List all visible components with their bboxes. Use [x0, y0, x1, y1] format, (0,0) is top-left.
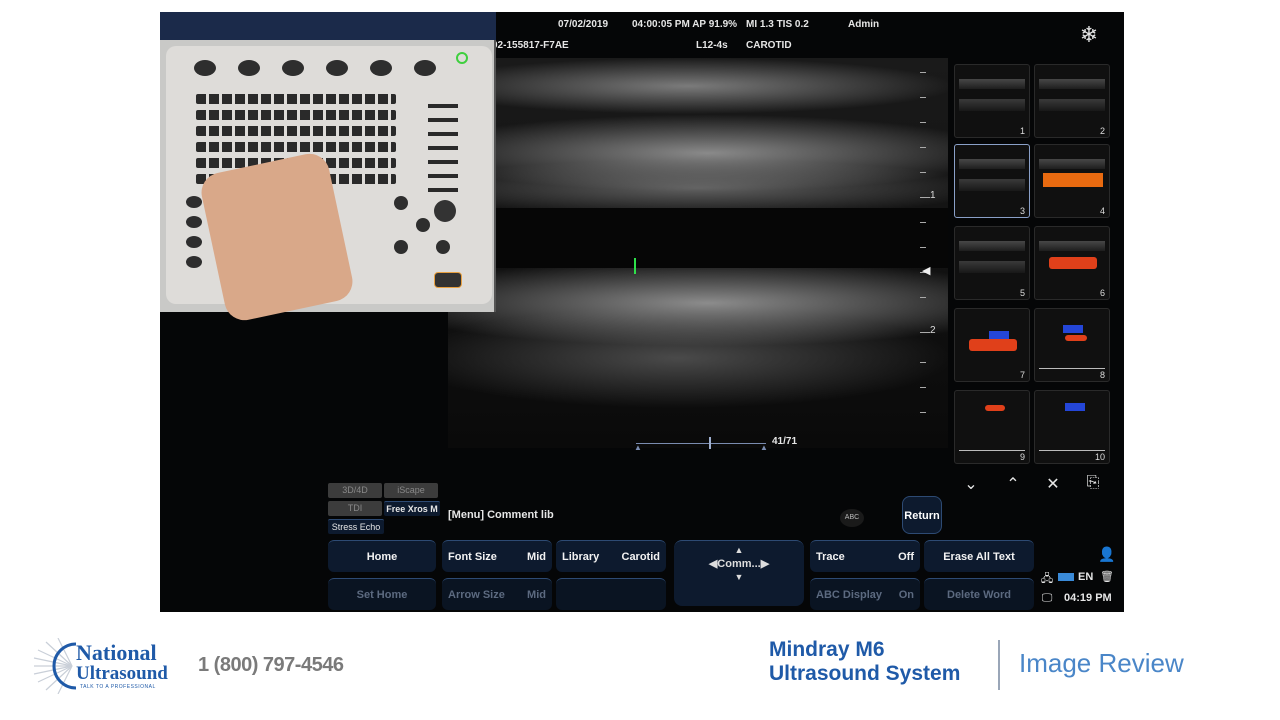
patient-id: 02-155817-F7AE — [492, 40, 569, 51]
set-home-button[interactable]: Set Home — [328, 578, 436, 610]
battery-icon — [1058, 573, 1074, 581]
probe-name: L12-4s — [696, 40, 728, 51]
delete-word-button[interactable]: Delete Word — [924, 578, 1034, 610]
user-icon[interactable]: 👤 — [1098, 546, 1116, 563]
abc-icon[interactable]: ABC — [840, 509, 864, 527]
double-chevron-down-icon[interactable]: ⌄ — [960, 474, 982, 494]
network-icon: 🖧 — [1040, 573, 1054, 585]
comment-nav-control[interactable]: ▲ ◀Comm...▶ ▼ — [674, 540, 804, 606]
focus-marker-icon[interactable]: ◀ — [922, 264, 930, 277]
snowflake-icon[interactable]: ❄ — [1078, 22, 1100, 48]
thumbnail-6[interactable]: 6 — [1034, 226, 1110, 300]
user-name: Admin — [848, 19, 880, 30]
footer-bar: National Ultrasound TALK TO A PROFESSION… — [0, 612, 1280, 720]
nav-right-icon[interactable]: ▶ — [761, 558, 769, 570]
double-chevron-up-icon[interactable]: ⌃ — [1002, 474, 1024, 494]
mode-tdi-button[interactable]: TDI — [328, 501, 382, 516]
export-icon[interactable]: ⎘ — [1082, 474, 1104, 492]
abc-display-control[interactable]: ABC Display On — [810, 578, 920, 610]
arrow-size-control[interactable]: Arrow Size Mid — [442, 578, 552, 610]
depth-label-2: 2 — [930, 325, 936, 336]
section-title: Image Review — [1019, 648, 1184, 678]
mode-stress-echo-button[interactable]: Stress Echo — [328, 519, 384, 534]
image-scale-thumb[interactable] — [709, 437, 711, 449]
brand-tagline: TALK TO A PROFESSIONAL — [80, 684, 156, 690]
monitor-icon: 🖵 — [1041, 592, 1053, 604]
depth-scale: 1 2 ◀ — [920, 72, 940, 442]
cursor-marker — [634, 258, 636, 274]
thumbnail-7[interactable]: 7 — [954, 308, 1030, 382]
phone-number[interactable]: 1 (800) 797-4546 — [198, 654, 344, 677]
close-icon[interactable]: ✕ — [1042, 474, 1064, 494]
product-name-line2: Ultrasound System — [769, 662, 961, 685]
thumbnail-10[interactable]: 10 — [1034, 390, 1110, 464]
keyboard-video-overlay — [160, 12, 496, 324]
scale-end-arrow-icon: ▲ — [760, 443, 768, 452]
thumbnail-3[interactable]: 3 — [954, 144, 1030, 218]
ultrasound-image[interactable] — [448, 58, 948, 448]
thumbnail-1[interactable]: 1 — [954, 64, 1030, 138]
comment-nav-label: Comm... — [717, 558, 761, 570]
image-scale-slider[interactable] — [636, 443, 766, 444]
thumbnail-4[interactable]: 4 — [1034, 144, 1110, 218]
depth-label-1: 1 — [930, 190, 936, 201]
nav-up-icon[interactable]: ▲ — [674, 545, 804, 555]
scale-start-arrow-icon: ▲ — [634, 443, 642, 452]
scale-readout: 41/71 — [772, 436, 798, 447]
mode-3d4d-button[interactable]: 3D/4D — [328, 483, 382, 498]
mode-iscape-button[interactable]: iScape — [384, 483, 438, 498]
ultrasound-screen: 07/02/2019 04:00:05 PM AP 91.9% MI 1.3 T… — [160, 12, 1124, 612]
sunburst-logo-icon — [33, 638, 76, 694]
nav-down-icon[interactable]: ▼ — [674, 572, 804, 582]
brand-name-line2: Ultrasound — [76, 663, 168, 684]
footer-divider — [998, 640, 1000, 690]
empty-control-slot — [556, 578, 666, 610]
exam-time-ap: 04:00:05 PM AP 91.9% — [632, 19, 738, 30]
thumbnail-2[interactable]: 2 — [1034, 64, 1110, 138]
carotid-lumen — [448, 208, 948, 268]
mode-free-xros-button[interactable]: Free Xros M — [384, 501, 440, 516]
brand-name-line1: National — [76, 640, 157, 665]
home-button[interactable]: Home — [328, 540, 436, 572]
system-clock: 04:19 PM — [1064, 592, 1112, 604]
mi-tis-readout: MI 1.3 TIS 0.2 — [746, 19, 809, 30]
language-indicator[interactable]: EN — [1078, 571, 1093, 583]
thumbnail-9[interactable]: 9 — [954, 390, 1030, 464]
trace-control[interactable]: Trace Off — [810, 540, 920, 572]
trash-icon[interactable]: 🗑 — [1100, 570, 1114, 583]
product-name-line1: Mindray M6 — [769, 638, 885, 661]
erase-all-text-button[interactable]: Erase All Text — [924, 540, 1034, 572]
library-control[interactable]: Library Carotid — [556, 540, 666, 572]
comment-lib-label: [Menu] Comment lib — [448, 509, 554, 521]
thumbnail-8[interactable]: 8 — [1034, 308, 1110, 382]
thumbnail-5[interactable]: 5 — [954, 226, 1030, 300]
return-button[interactable]: Return — [902, 496, 942, 534]
exam-date: 07/02/2019 — [558, 19, 609, 30]
font-size-control[interactable]: Font Size Mid — [442, 540, 552, 572]
exam-preset: CAROTID — [746, 40, 792, 51]
